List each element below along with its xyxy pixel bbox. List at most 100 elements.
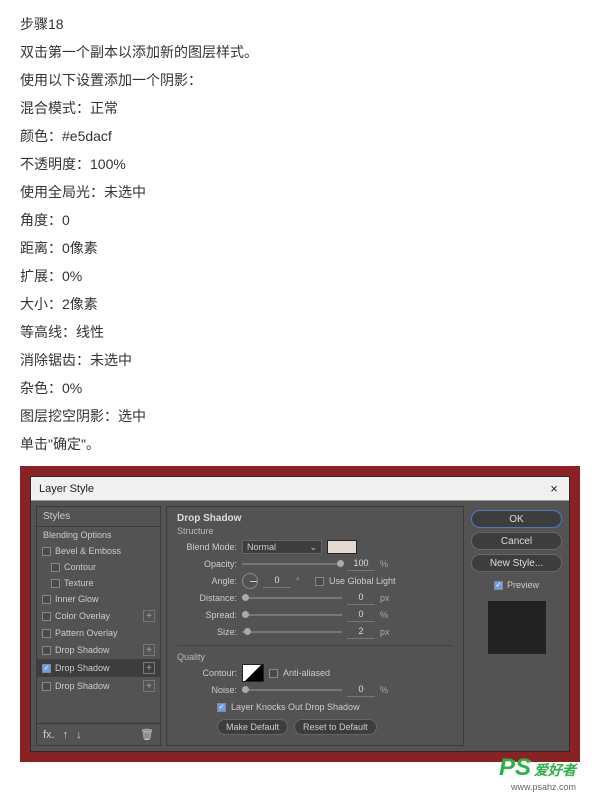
styles-item-drop-shadow-2[interactable]: Drop Shadow + <box>37 659 160 677</box>
checkbox-checked[interactable] <box>42 664 51 673</box>
unit-px: px <box>380 627 394 637</box>
text-line: 混合模式：正常 <box>20 94 580 122</box>
watermark-cn: 爱好者 <box>534 760 576 780</box>
dialog-title: Layer Style <box>39 483 94 495</box>
opacity-slider[interactable] <box>242 563 342 565</box>
text-line: 使用以下设置添加一个阴影： <box>20 66 580 94</box>
arrow-up-icon[interactable]: ↑ <box>63 729 69 741</box>
text-line: 单击"确定"。 <box>20 430 580 458</box>
item-label: Drop Shadow <box>55 681 110 691</box>
opacity-label: Opacity: <box>177 559 237 569</box>
checkbox[interactable] <box>42 629 51 638</box>
arrow-down-icon[interactable]: ↓ <box>76 729 82 741</box>
reset-default-button[interactable]: Reset to Default <box>294 719 377 735</box>
distance-value[interactable]: 0 <box>347 592 375 605</box>
section-title: Drop Shadow <box>177 513 453 524</box>
item-label: Blending Options <box>43 530 112 540</box>
item-label: Drop Shadow <box>55 645 110 655</box>
plus-icon[interactable]: + <box>143 610 155 622</box>
checkbox[interactable] <box>51 579 60 588</box>
item-label: Color Overlay <box>55 611 110 621</box>
styles-item-drop-shadow-3[interactable]: Drop Shadow + <box>37 677 160 695</box>
unit-percent: % <box>380 559 394 569</box>
close-icon[interactable]: × <box>547 481 561 496</box>
layer-style-dialog: Layer Style × Styles Blending Options Be… <box>30 476 570 752</box>
opacity-value[interactable]: 100 <box>347 558 375 571</box>
drop-shadow-settings: Drop Shadow Structure Blend Mode: Normal… <box>166 506 464 746</box>
contour-label: Contour: <box>177 668 237 678</box>
styles-item-inner-glow[interactable]: Inner Glow <box>37 591 160 607</box>
spread-slider[interactable] <box>242 614 342 616</box>
plus-icon[interactable]: + <box>143 644 155 656</box>
preview-checkbox[interactable] <box>494 581 503 590</box>
distance-label: Distance: <box>177 593 237 603</box>
styles-panel: Styles Blending Options Bevel & Emboss C… <box>36 506 161 746</box>
text-line: 距离：0像素 <box>20 234 580 262</box>
text-line: 杂色：0% <box>20 374 580 402</box>
angle-label: Angle: <box>177 576 237 586</box>
color-swatch[interactable] <box>327 540 357 554</box>
item-label: Drop Shadow <box>55 663 110 673</box>
dialog-actions: OK Cancel New Style... Preview <box>469 506 564 746</box>
checkbox[interactable] <box>51 563 60 572</box>
cancel-button[interactable]: Cancel <box>471 532 562 550</box>
item-label: Inner Glow <box>55 594 99 604</box>
ok-button[interactable]: OK <box>471 510 562 528</box>
spread-value[interactable]: 0 <box>347 609 375 622</box>
section-subtitle: Structure <box>177 526 453 536</box>
watermark-ps: PS <box>499 754 531 782</box>
preview-box <box>487 600 547 655</box>
preview-label: Preview <box>507 580 539 590</box>
dialog-titlebar[interactable]: Layer Style × <box>31 477 569 501</box>
size-slider[interactable] <box>242 631 342 633</box>
styles-item-pattern-overlay[interactable]: Pattern Overlay <box>37 625 160 641</box>
styles-item-color-overlay[interactable]: Color Overlay + <box>37 607 160 625</box>
checkbox[interactable] <box>42 612 51 621</box>
plus-icon[interactable]: + <box>143 662 155 674</box>
text-line: 大小：2像素 <box>20 290 580 318</box>
noise-value[interactable]: 0 <box>347 684 375 697</box>
distance-slider[interactable] <box>242 597 342 599</box>
checkbox[interactable] <box>42 682 51 691</box>
angle-dial[interactable] <box>242 573 258 589</box>
global-light-checkbox[interactable] <box>315 577 324 586</box>
noise-slider[interactable] <box>242 689 342 691</box>
new-style-button[interactable]: New Style... <box>471 554 562 572</box>
divider <box>177 645 453 646</box>
text-line: 颜色：#e5dacf <box>20 122 580 150</box>
tutorial-text: 步骤18 双击第一个副本以添加新的图层样式。 使用以下设置添加一个阴影： 混合模… <box>0 0 600 458</box>
styles-header[interactable]: Styles <box>37 507 160 527</box>
text-line: 图层挖空阴影：选中 <box>20 402 580 430</box>
contour-swatch[interactable] <box>242 664 264 682</box>
styles-item-bevel[interactable]: Bevel & Emboss <box>37 543 160 559</box>
plus-icon[interactable]: + <box>143 680 155 692</box>
knockout-label: Layer Knocks Out Drop Shadow <box>231 702 360 712</box>
fx-icon[interactable]: fx. <box>43 729 55 741</box>
unit-percent: % <box>380 610 394 620</box>
checkbox[interactable] <box>42 646 51 655</box>
blending-options-item[interactable]: Blending Options <box>37 527 160 543</box>
step-heading: 步骤18 <box>20 10 580 38</box>
checkbox[interactable] <box>42 547 51 556</box>
make-default-button[interactable]: Make Default <box>217 719 288 735</box>
item-label: Bevel & Emboss <box>55 546 121 556</box>
antialias-checkbox[interactable] <box>269 669 278 678</box>
size-value[interactable]: 2 <box>347 626 375 639</box>
unit-percent: % <box>380 685 394 695</box>
styles-item-texture[interactable]: Texture <box>37 575 160 591</box>
item-label: Pattern Overlay <box>55 628 118 638</box>
styles-item-contour[interactable]: Contour <box>37 559 160 575</box>
spread-label: Spread: <box>177 610 237 620</box>
noise-label: Noise: <box>177 685 237 695</box>
unit-deg: ° <box>296 576 310 586</box>
styles-item-drop-shadow-1[interactable]: Drop Shadow + <box>37 641 160 659</box>
trash-icon[interactable]: 🗑 <box>140 728 154 741</box>
blend-mode-dropdown[interactable]: Normal <box>242 540 322 554</box>
text-line: 角度：0 <box>20 206 580 234</box>
checkbox[interactable] <box>42 595 51 604</box>
knockout-checkbox[interactable] <box>217 703 226 712</box>
angle-value[interactable]: 0 <box>263 575 291 588</box>
text-line: 消除锯齿：未选中 <box>20 346 580 374</box>
watermark: PS 爱好者 <box>499 754 576 782</box>
global-light-label: Use Global Light <box>329 576 396 586</box>
